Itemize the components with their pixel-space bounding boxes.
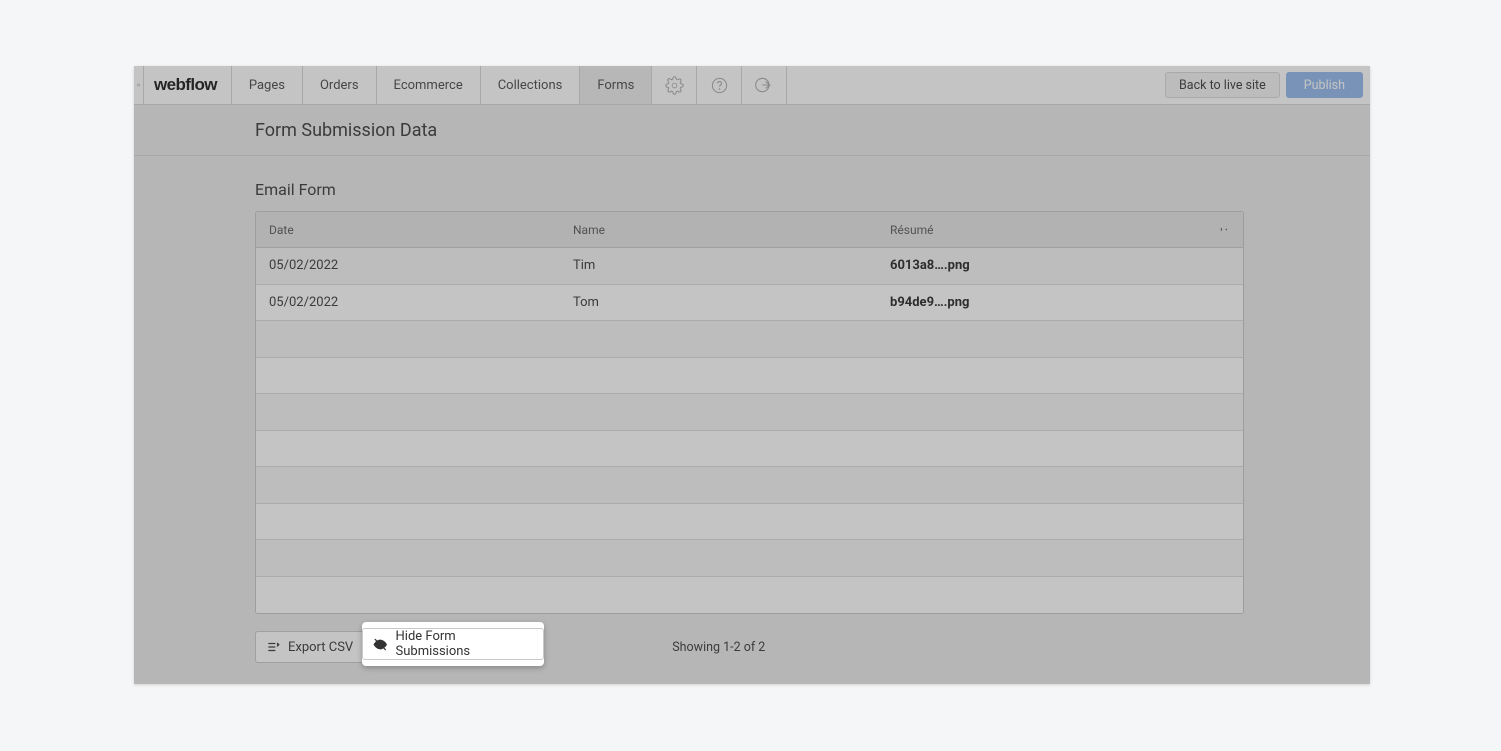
eye-off-icon bbox=[373, 637, 388, 652]
column-header-resume-label: Résumé bbox=[890, 223, 933, 237]
pin-icon[interactable] bbox=[1217, 222, 1229, 237]
table-row-empty bbox=[256, 504, 1243, 541]
table-body: 05/02/2022Tim6013a8….png05/02/2022Tomb94… bbox=[256, 248, 1243, 613]
column-header-date[interactable]: Date bbox=[256, 223, 573, 237]
cell-date: 05/02/2022 bbox=[256, 295, 573, 310]
page-title-row: Form Submission Data bbox=[134, 105, 1370, 156]
content-area: Form Submission Data Email Form Date Nam… bbox=[134, 105, 1370, 684]
column-header-resume[interactable]: Résumé bbox=[890, 222, 1243, 237]
cell-resume-link[interactable]: 6013a8….png bbox=[890, 258, 1243, 273]
table-row-empty bbox=[256, 358, 1243, 395]
share-button[interactable] bbox=[742, 66, 787, 104]
cell-resume-link[interactable]: b94de9….png bbox=[890, 295, 1243, 310]
form-name: Email Form bbox=[255, 180, 336, 199]
nav-forms[interactable]: Forms bbox=[580, 66, 652, 104]
column-header-name[interactable]: Name bbox=[573, 223, 890, 237]
nav-orders[interactable]: Orders bbox=[303, 66, 377, 104]
highlight-callout: Hide Form Submissions bbox=[362, 622, 544, 666]
table-row-empty bbox=[256, 431, 1243, 468]
settings-gear-button[interactable] bbox=[652, 66, 697, 104]
section-title-row: Email Form bbox=[134, 156, 1370, 211]
topbar: webflow Pages Orders Ecommerce Collectio… bbox=[134, 66, 1370, 105]
nav-collections[interactable]: Collections bbox=[481, 66, 581, 104]
publish-label: Publish bbox=[1304, 78, 1345, 93]
back-to-live-site-label: Back to live site bbox=[1179, 78, 1266, 93]
table-row[interactable]: 05/02/2022Tomb94de9….png bbox=[256, 285, 1243, 322]
export-icon bbox=[266, 640, 280, 654]
submissions-table: Date Name Résumé 05/02/2022Tim6013a8….pn… bbox=[255, 211, 1244, 614]
nav-pages-label: Pages bbox=[249, 78, 285, 93]
cell-date: 05/02/2022 bbox=[256, 258, 573, 273]
page-title: Form Submission Data bbox=[255, 120, 437, 141]
share-arrow-icon bbox=[754, 75, 774, 95]
cell-name: Tom bbox=[573, 295, 890, 310]
table-row-empty bbox=[256, 321, 1243, 358]
table-row-empty bbox=[256, 467, 1243, 504]
nav-ecommerce[interactable]: Ecommerce bbox=[377, 66, 481, 104]
publish-button[interactable]: Publish bbox=[1286, 72, 1363, 98]
table-header-row: Date Name Résumé bbox=[256, 212, 1243, 248]
back-to-live-site-button[interactable]: Back to live site bbox=[1165, 72, 1280, 98]
hide-form-submissions-button[interactable]: Hide Form Submissions bbox=[362, 628, 544, 660]
cell-name: Tim bbox=[573, 258, 890, 273]
hamburger-icon bbox=[137, 80, 140, 90]
logo: webflow bbox=[144, 66, 232, 104]
table-row[interactable]: 05/02/2022Tim6013a8….png bbox=[256, 248, 1243, 285]
export-csv-label: Export CSV bbox=[288, 640, 353, 655]
nav-collections-label: Collections bbox=[498, 78, 563, 93]
table-row-empty bbox=[256, 394, 1243, 431]
export-csv-button[interactable]: Export CSV bbox=[255, 631, 368, 663]
help-button[interactable] bbox=[697, 66, 742, 104]
nav-ecommerce-label: Ecommerce bbox=[394, 78, 463, 93]
hide-form-submissions-label: Hide Form Submissions bbox=[396, 629, 529, 659]
table-row-empty bbox=[256, 540, 1243, 577]
nav-pages[interactable]: Pages bbox=[232, 66, 303, 104]
help-circle-icon bbox=[710, 76, 729, 95]
nav-forms-label: Forms bbox=[597, 78, 634, 93]
showing-count: Showing 1-2 of 2 bbox=[672, 640, 765, 655]
logo-text: webflow bbox=[154, 75, 217, 95]
gear-icon bbox=[665, 76, 684, 95]
menu-toggle-button[interactable] bbox=[134, 66, 144, 104]
app-window: webflow Pages Orders Ecommerce Collectio… bbox=[134, 66, 1370, 684]
table-row-empty bbox=[256, 577, 1243, 614]
nav-orders-label: Orders bbox=[320, 78, 359, 93]
